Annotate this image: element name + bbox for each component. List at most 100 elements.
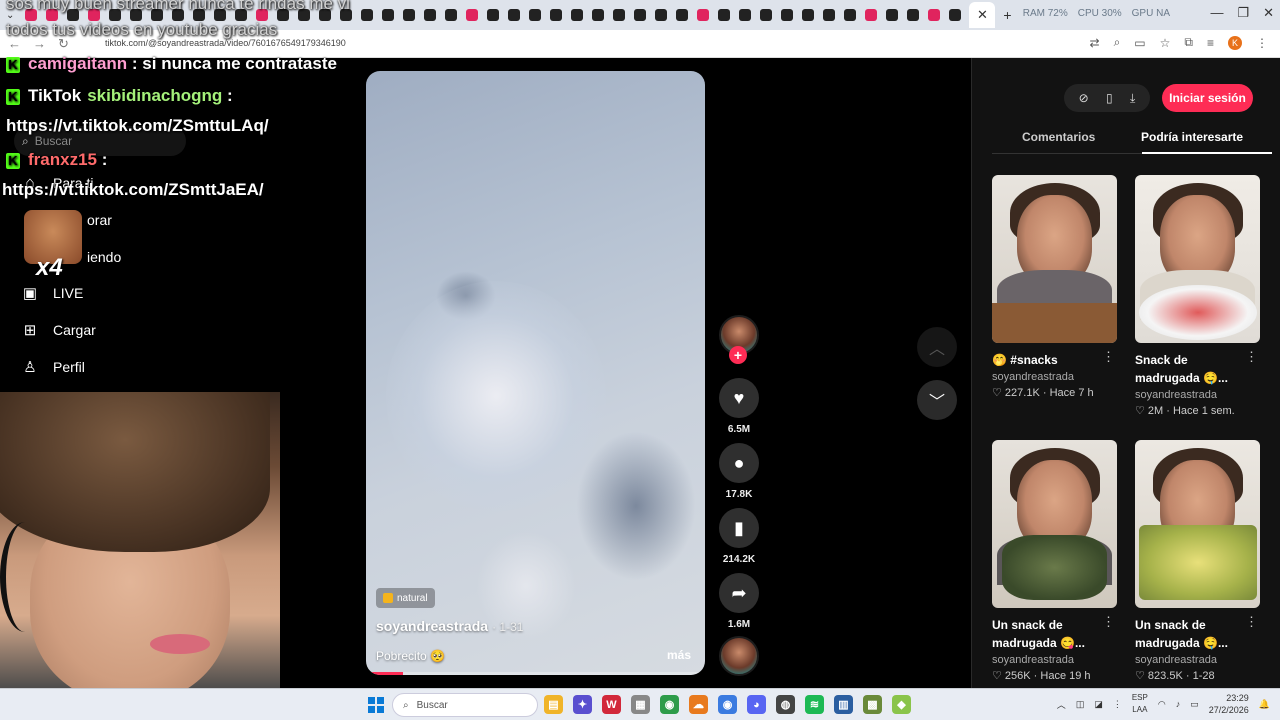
battery-icon[interactable]: ▭ [1190, 699, 1199, 710]
kick-badge-icon: K [6, 89, 20, 105]
tab-tiktok[interactable] [613, 9, 626, 21]
reading-list-icon[interactable]: ≡ [1207, 36, 1214, 50]
share-button[interactable]: ➦ [719, 573, 759, 613]
app-icon[interactable]: ◆ [892, 695, 911, 714]
login-button[interactable]: Iniciar sesión [1162, 84, 1253, 112]
tab-tiktok[interactable] [760, 9, 773, 21]
active-tab-close-icon[interactable]: ✕ [969, 2, 996, 28]
video-player[interactable]: natural soyandreastrada · 1-31 Pobrecito … [366, 71, 705, 675]
sound-avatar[interactable] [719, 636, 759, 676]
bookmark-star-icon[interactable]: ☆ [1160, 36, 1171, 50]
video-card[interactable]: ⋮ 🤭 #snacks soyandreastrada ♡ 227.1K · H… [992, 175, 1117, 399]
app-icon[interactable]: ✦ [573, 695, 592, 714]
tab-youtube[interactable] [928, 9, 941, 21]
video-card[interactable]: ⋮ Un snack de madrugada 😋... soyandreast… [992, 440, 1117, 682]
phone-icon[interactable]: ▯ [1106, 91, 1113, 105]
translate-icon[interactable]: ⇄ [1090, 36, 1100, 50]
tray-app-icon[interactable]: ◫ [1076, 699, 1085, 710]
chrome-icon[interactable]: ◉ [718, 695, 737, 714]
notification-bell-icon[interactable]: 🔔 [1259, 699, 1270, 710]
tab-tiktok[interactable] [823, 9, 836, 21]
video-card[interactable]: ⋮ Snack de madrugada 🤤... soyandreastrad… [1135, 175, 1260, 417]
like-button[interactable]: ♥ [719, 378, 759, 418]
volume-icon[interactable]: ♪ [1176, 699, 1181, 709]
tab-tiktok[interactable] [508, 9, 521, 21]
tab-youtube[interactable] [466, 9, 479, 21]
card-author: soyandreastrada [992, 371, 1074, 383]
tray-chevron-icon[interactable]: ︿ [1057, 698, 1066, 711]
tab-tiktok[interactable] [655, 9, 668, 21]
store-icon[interactable]: ▦ [631, 695, 650, 714]
language-indicator[interactable]: ESP LAA [1132, 692, 1148, 716]
file-explorer-icon[interactable]: ▤ [544, 695, 563, 714]
cast-icon[interactable]: ▭ [1134, 36, 1145, 50]
sidebar-item-perfil[interactable]: ♙ Perfil [20, 358, 85, 376]
tab-tiktok[interactable] [886, 9, 899, 21]
sidebar-item-live[interactable]: ▣ LIVE [20, 284, 83, 302]
start-button[interactable] [368, 697, 384, 713]
tab-tiktok[interactable] [676, 9, 689, 21]
tab-youtube[interactable] [697, 9, 710, 21]
download-icon[interactable]: ⤓ [1130, 91, 1135, 106]
more-options-icon[interactable]: ⋮ [1102, 349, 1115, 365]
discord-icon[interactable]: ◕ [747, 695, 766, 714]
more-options-icon[interactable]: ⋮ [1102, 614, 1115, 630]
menu-icon[interactable]: ⋮ [1256, 36, 1268, 50]
app-icon[interactable]: ☁ [689, 695, 708, 714]
next-video-button[interactable]: ﹀ [917, 380, 957, 420]
webcam-feed [0, 392, 280, 690]
maximize-icon[interactable]: ❐ [1237, 5, 1249, 21]
more-options-icon[interactable]: ⋮ [1245, 614, 1258, 630]
video-tag[interactable]: natural [376, 588, 435, 608]
wifi-icon[interactable]: ◠ [1158, 699, 1166, 710]
tab-tiktok[interactable] [907, 9, 920, 21]
tab-tiktok[interactable] [550, 9, 563, 21]
clock[interactable]: 23:29 27/2/2026 [1209, 692, 1249, 716]
minecraft-icon[interactable]: ▩ [863, 695, 882, 714]
extensions-icon[interactable]: ⧉ [1184, 35, 1193, 50]
app-icon[interactable]: W [602, 695, 621, 714]
more-button[interactable]: más [667, 648, 691, 662]
tab-tiktok[interactable] [571, 9, 584, 21]
tab-youtube[interactable] [865, 9, 878, 21]
zoom-icon[interactable]: ⌕ [1114, 35, 1121, 50]
tab-podria-interesarte[interactable]: Podría interesarte [1141, 130, 1243, 144]
tab-tiktok[interactable] [802, 9, 815, 21]
chrome-icon[interactable]: ◉ [660, 695, 679, 714]
tab-tiktok[interactable] [592, 9, 605, 21]
compass-icon[interactable]: ⊘ [1079, 91, 1089, 105]
microphone-icon[interactable]: ⋮ [1113, 699, 1122, 710]
comment-button[interactable]: ● [719, 443, 759, 483]
save-button[interactable]: ▮ [719, 508, 759, 548]
profile-avatar[interactable]: K [1228, 35, 1242, 50]
minimize-icon[interactable]: — [1210, 5, 1223, 21]
sidebar-item-cargar[interactable]: ⊞ Cargar [20, 321, 96, 339]
previous-video-button[interactable]: ︿ [917, 327, 957, 367]
tab-tiktok[interactable] [445, 9, 458, 21]
video-author[interactable]: soyandreastrada · 1-31 [376, 618, 523, 634]
taskbar-search[interactable]: ⌕ Buscar [392, 693, 538, 717]
follow-plus-icon[interactable]: + [729, 346, 747, 364]
new-tab-icon[interactable]: + [1003, 7, 1011, 23]
tab-tiktok[interactable] [718, 9, 731, 21]
tab-tiktok[interactable] [781, 9, 794, 21]
spotify-icon[interactable]: ≋ [805, 695, 824, 714]
sidebar-item-label: Perfil [53, 359, 85, 375]
close-window-icon[interactable]: ✕ [1263, 5, 1274, 21]
tab-tiktok[interactable] [487, 9, 500, 21]
tab-tiktok[interactable] [424, 9, 437, 21]
app-icon[interactable]: ◍ [776, 695, 795, 714]
tab-comentarios[interactable]: Comentarios [1022, 130, 1095, 144]
more-options-icon[interactable]: ⋮ [1245, 349, 1258, 365]
chat-text: : [222, 86, 233, 105]
tab-tiktok[interactable] [844, 9, 857, 21]
video-card[interactable]: ⋮ Un snack de madrugada 🤤... soyandreast… [1135, 440, 1260, 682]
video-progress[interactable] [366, 672, 705, 675]
tab-tiktok[interactable] [949, 9, 962, 21]
card-thumbnail [1135, 440, 1260, 608]
tab-tiktok[interactable] [739, 9, 752, 21]
tray-app-icon[interactable]: ◪ [1094, 699, 1103, 710]
app-icon[interactable]: ▥ [834, 695, 853, 714]
tab-tiktok[interactable] [634, 9, 647, 21]
tab-tiktok[interactable] [529, 9, 542, 21]
